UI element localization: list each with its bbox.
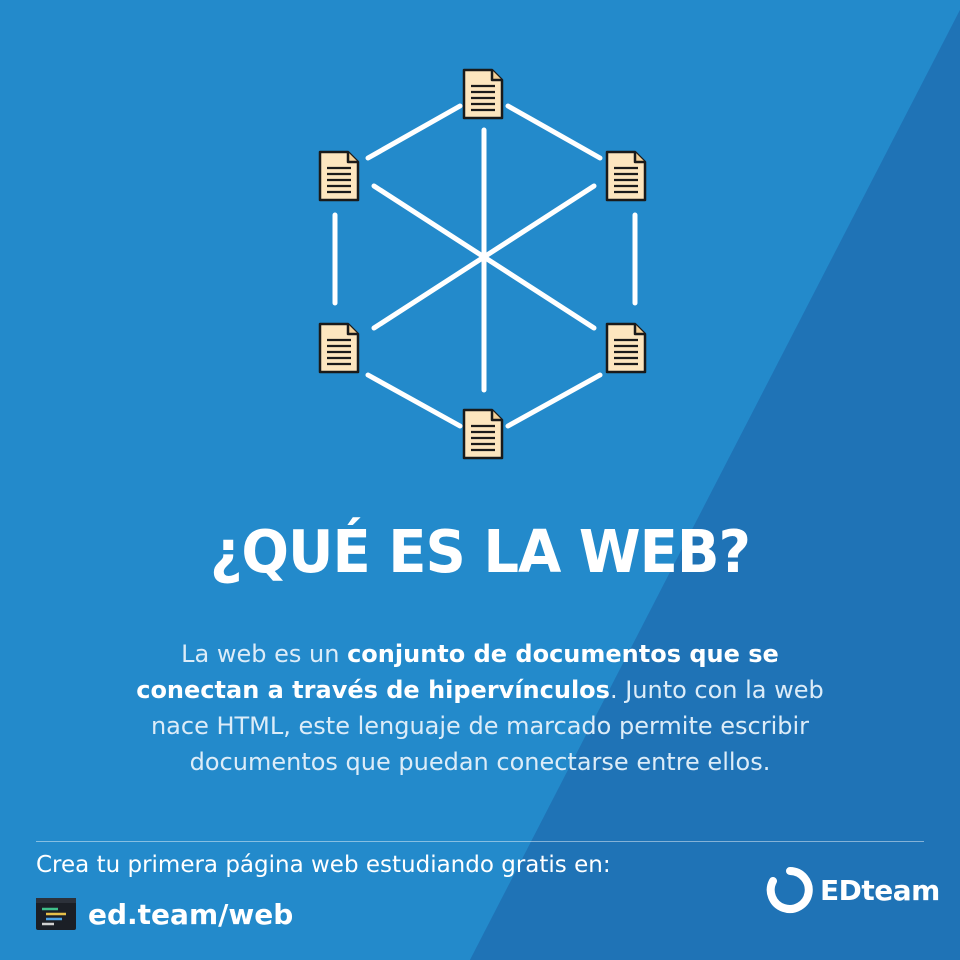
footer-link-row[interactable]: ed.team/web bbox=[36, 896, 293, 932]
description-paragraph: La web es un conjunto de documentos que … bbox=[120, 636, 840, 780]
footer-cta-text: Crea tu primera página web estudiando gr… bbox=[36, 852, 611, 878]
edteam-brand: EDteam bbox=[766, 866, 940, 914]
document-icon bbox=[462, 68, 504, 120]
code-editor-icon bbox=[36, 898, 76, 930]
edteam-logo-icon bbox=[766, 867, 813, 913]
document-icon bbox=[318, 322, 360, 374]
document-network-diagram bbox=[300, 60, 660, 470]
document-icon bbox=[318, 150, 360, 202]
footer-divider bbox=[36, 841, 924, 842]
web-course-link[interactable]: ed.team/web bbox=[88, 898, 293, 931]
page-title: ¿QUÉ ES LA WEB? bbox=[209, 518, 751, 587]
document-icon bbox=[462, 408, 504, 460]
description-text-intro: La web es un bbox=[181, 640, 348, 668]
brand-name: EDteam bbox=[820, 873, 940, 907]
document-icon bbox=[605, 322, 647, 374]
document-icon bbox=[605, 150, 647, 202]
